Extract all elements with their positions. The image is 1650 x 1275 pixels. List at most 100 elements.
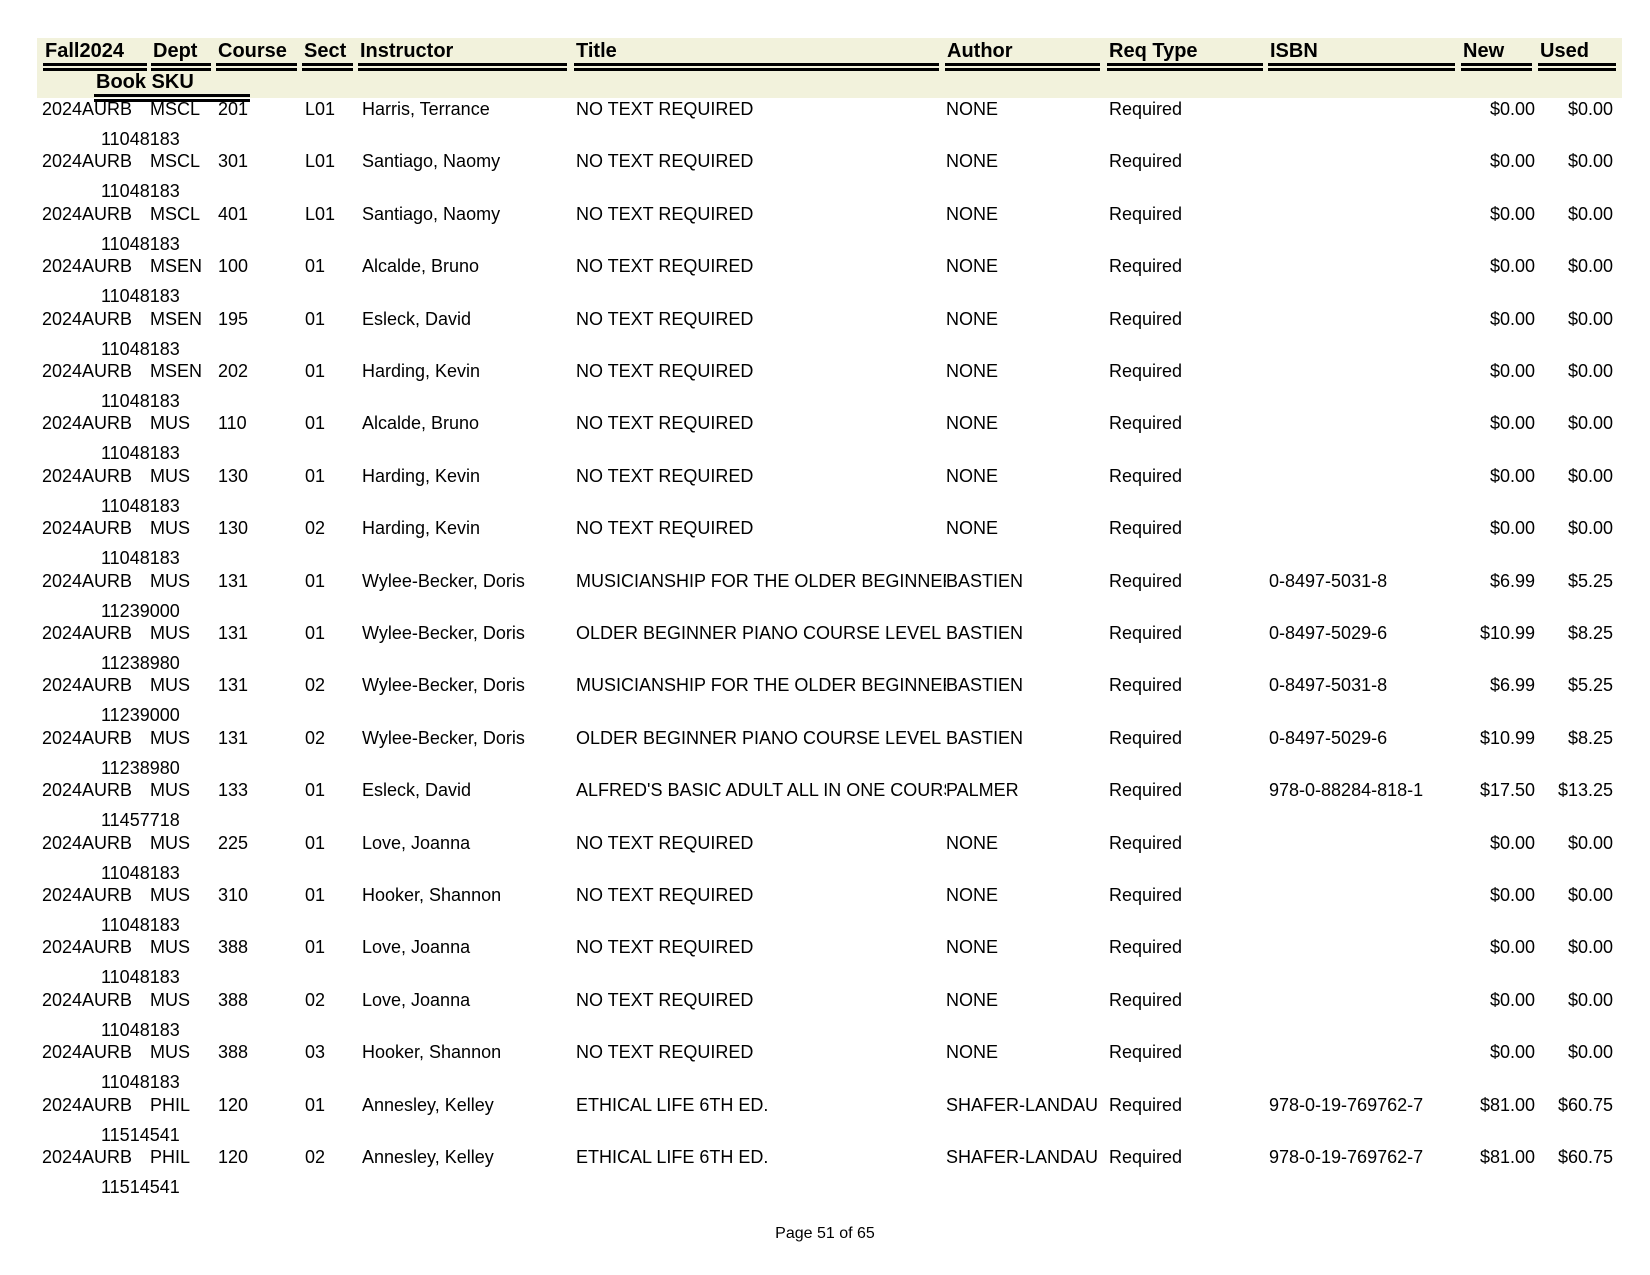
cell-used: $5.25 bbox=[1567, 675, 1613, 696]
cell-req-type: Required bbox=[1109, 727, 1183, 748]
cell-req-type: Required bbox=[1109, 99, 1183, 119]
cell-req-type: Required bbox=[1109, 413, 1183, 434]
cell-new: $0.00 bbox=[1489, 937, 1535, 958]
column-header-instructor: Instructor bbox=[358, 38, 567, 71]
cell-new: $0.00 bbox=[1489, 989, 1535, 1010]
cell-book-sku: 11048183 bbox=[101, 548, 180, 569]
cell-term: 2024AURB bbox=[42, 675, 133, 696]
cell-new: $81.00 bbox=[1479, 1147, 1535, 1167]
cell-term: 2024AURB bbox=[42, 256, 133, 277]
cell-course: 202 bbox=[218, 361, 249, 381]
table-row: 2024AURB MSCL 201 L01 Harris, Terrance NO TEX… bbox=[0, 97, 1650, 149]
cell-title: ETHICAL LIFE 6TH ED. bbox=[576, 1094, 769, 1115]
cell-dept: MUS bbox=[150, 885, 190, 905]
cell-used: $8.25 bbox=[1567, 727, 1613, 748]
cell-title: NO TEXT REQUIRED bbox=[576, 308, 754, 329]
cell-used: $0.00 bbox=[1567, 413, 1613, 434]
cell-author: PALMER bbox=[946, 780, 1019, 801]
column-header-used: Used bbox=[1538, 38, 1616, 71]
cell-author: SHAFER-LANDAU bbox=[946, 1147, 1099, 1167]
cell-dept: MSEN bbox=[150, 361, 203, 381]
cell-new: $0.00 bbox=[1489, 256, 1535, 277]
cell-used: $0.00 bbox=[1567, 832, 1613, 853]
cell-course: 301 bbox=[218, 151, 249, 172]
cell-title: OLDER BEGINNER PIANO COURSE LEVEL bbox=[576, 623, 942, 643]
cell-sect: 01 bbox=[305, 413, 326, 434]
cell-sect: 01 bbox=[305, 832, 326, 853]
column-header-sect: Sect bbox=[302, 38, 353, 71]
table-row: 2024AURB MUS 131 02 Wylee-Becker, Doris MUSIC… bbox=[0, 673, 1650, 725]
column-header-title: Title bbox=[574, 38, 939, 71]
cell-book-sku: 11238980 bbox=[101, 653, 180, 673]
table-row: 2024AURB MUS 131 01 Wylee-Becker, Doris MUSIC… bbox=[0, 569, 1650, 621]
cell-new: $0.00 bbox=[1489, 413, 1535, 434]
cell-new: $6.99 bbox=[1489, 675, 1535, 696]
cell-term: 2024AURB bbox=[42, 413, 133, 434]
cell-sect: 01 bbox=[305, 623, 326, 643]
cell-title: ALFRED'S BASIC ADULT ALL IN ONE COURSE bbox=[576, 780, 946, 801]
cell-book-sku: 11048183 bbox=[101, 443, 180, 464]
cell-used: $13.25 bbox=[1557, 780, 1613, 801]
cell-term: 2024AURB bbox=[42, 1042, 133, 1063]
cell-title: NO TEXT REQUIRED bbox=[576, 413, 754, 434]
cell-book-sku: 11048183 bbox=[101, 862, 180, 883]
cell-new: $17.50 bbox=[1479, 780, 1535, 801]
cell-instructor: Santiago, Naomy bbox=[362, 203, 501, 224]
cell-used: $8.25 bbox=[1567, 623, 1613, 643]
cell-req-type: Required bbox=[1109, 256, 1183, 277]
cell-dept: MUS bbox=[150, 413, 190, 434]
cell-author: NONE bbox=[946, 151, 999, 172]
cell-sect: 01 bbox=[305, 465, 326, 486]
cell-new: $0.00 bbox=[1489, 885, 1535, 905]
cell-course: 225 bbox=[218, 832, 249, 853]
table-row: 2024AURB MUS 133 01 Esleck, David ALFRED'S BA… bbox=[0, 778, 1650, 830]
cell-sect: 01 bbox=[305, 780, 326, 801]
column-header-new: New bbox=[1461, 38, 1532, 71]
cell-used: $5.25 bbox=[1567, 570, 1613, 591]
cell-course: 201 bbox=[218, 99, 249, 119]
table-row: 2024AURB MUS 225 01 Love, Joanna NO TEXT REQU… bbox=[0, 831, 1650, 883]
cell-course: 120 bbox=[218, 1094, 249, 1115]
cell-book-sku: 11239000 bbox=[101, 705, 180, 726]
cell-instructor: Hooker, Shannon bbox=[362, 1042, 502, 1063]
cell-dept: PHIL bbox=[150, 1094, 191, 1115]
cell-author: NONE bbox=[946, 308, 999, 329]
table-row: 2024AURB MUS 388 02 Love, Joanna NO TEXT REQU… bbox=[0, 988, 1650, 1040]
cell-sect: 03 bbox=[305, 1042, 326, 1063]
cell-book-sku: 11048183 bbox=[101, 286, 180, 307]
cell-course: 131 bbox=[218, 727, 249, 748]
cell-term: 2024AURB bbox=[42, 623, 133, 643]
column-header-isbn: ISBN bbox=[1268, 38, 1455, 71]
cell-book-sku: 11048183 bbox=[101, 915, 180, 935]
table-row: 2024AURB MUS 110 01 Alcalde, Bruno NO TEXT RE… bbox=[0, 411, 1650, 463]
cell-new: $0.00 bbox=[1489, 832, 1535, 853]
cell-title: NO TEXT REQUIRED bbox=[576, 885, 754, 905]
cell-new: $10.99 bbox=[1479, 727, 1535, 748]
cell-term: 2024AURB bbox=[42, 780, 133, 801]
table-row: 2024AURB MSEN 100 01 Alcalde, Bruno NO TEXT R… bbox=[0, 254, 1650, 306]
cell-instructor: Annesley, Kelley bbox=[362, 1147, 494, 1167]
cell-isbn: 0-8497-5029-6 bbox=[1269, 727, 1388, 748]
cell-book-sku: 11457718 bbox=[101, 810, 180, 831]
cell-new: $0.00 bbox=[1489, 151, 1535, 172]
cell-book-sku: 11048183 bbox=[101, 181, 180, 202]
cell-term: 2024AURB bbox=[42, 203, 133, 224]
cell-author: NONE bbox=[946, 518, 999, 539]
cell-req-type: Required bbox=[1109, 203, 1183, 224]
cell-used: $0.00 bbox=[1567, 465, 1613, 486]
cell-title: OLDER BEGINNER PIANO COURSE LEVEL bbox=[576, 727, 942, 748]
cell-req-type: Required bbox=[1109, 937, 1183, 958]
cell-title: ETHICAL LIFE 6TH ED. bbox=[576, 1147, 769, 1167]
cell-sect: 01 bbox=[305, 570, 326, 591]
cell-new: $10.99 bbox=[1479, 623, 1535, 643]
cell-dept: MSEN bbox=[150, 256, 203, 277]
cell-new: $0.00 bbox=[1489, 99, 1535, 119]
cell-req-type: Required bbox=[1109, 675, 1183, 696]
cell-author: BASTIEN bbox=[946, 623, 1024, 643]
cell-req-type: Required bbox=[1109, 151, 1183, 172]
cell-author: NONE bbox=[946, 413, 999, 434]
cell-course: 133 bbox=[218, 780, 249, 801]
cell-instructor: Alcalde, Bruno bbox=[362, 256, 480, 277]
cell-dept: MSCL bbox=[150, 151, 201, 172]
table-row: 2024AURB MUS 131 01 Wylee-Becker, Doris OLDER… bbox=[0, 621, 1650, 673]
